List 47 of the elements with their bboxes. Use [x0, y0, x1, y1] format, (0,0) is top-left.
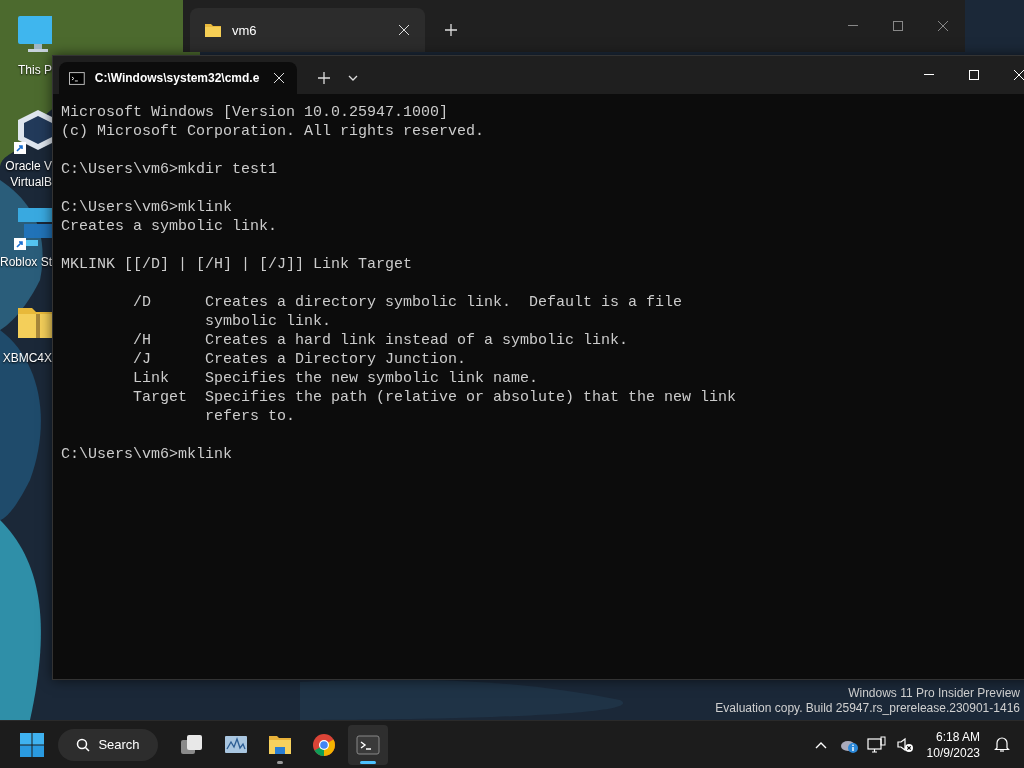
- console-icon: [69, 71, 85, 85]
- console-line: (c) Microsoft Corporation. All rights reserved.: [61, 122, 486, 141]
- console-line: MKLINK [[/D] | [/H] | [/J]] Link Target: [61, 255, 414, 274]
- clock-button[interactable]: 6:18 AM 10/9/2023: [918, 724, 988, 765]
- console-line: C:\Users\vm6>mklink: [61, 198, 234, 217]
- console-line: Target Specifies the path (relative or absolute) that the new link: [132, 388, 738, 407]
- chevron-down-icon: [348, 75, 358, 81]
- icon-label: This P: [18, 62, 52, 78]
- icon-label: Oracle V: [5, 158, 52, 174]
- console-line: /J Creates a Directory Junction.: [132, 350, 468, 369]
- close-icon: [273, 72, 286, 84]
- icon-label: VirtualB: [10, 174, 52, 190]
- browser-icon: [312, 732, 336, 757]
- console-line: Creates a symbolic link.: [61, 217, 279, 236]
- max-icon: [967, 69, 980, 81]
- window-tab[interactable]: vm6: [190, 8, 425, 52]
- max-icon: [891, 20, 904, 32]
- windows-logo-icon: [20, 732, 44, 757]
- bell-icon: [994, 736, 1010, 753]
- plus-icon: [445, 24, 457, 36]
- console-line: /D Creates a directory symbolic link. Default is a file: [132, 293, 684, 312]
- close-icon: [936, 20, 949, 32]
- folder-icon: [204, 22, 222, 38]
- task-view-icon: [180, 732, 204, 757]
- tab-title: C:\Windows\system32\cmd.e: [94, 71, 260, 85]
- search-field[interactable]: Search: [58, 728, 158, 761]
- watermark-text: Evaluation copy. Build 25947.rs_prerelease.230901-1416: [715, 701, 1020, 716]
- network-computer-icon: [867, 736, 887, 753]
- tab-title: vm6: [232, 22, 258, 38]
- icon-label: XBMC4X: [2, 350, 52, 366]
- console-line: Link Specifies the new symbolic link name.: [132, 369, 540, 388]
- console-line: Microsoft Windows [Version 10.0.25947.1000]: [61, 103, 450, 122]
- terminal-icon: [356, 732, 380, 757]
- console-line: symbolic link.: [204, 312, 333, 331]
- console-line: C:\Users\vm6>mklink: [61, 445, 234, 464]
- search-icon: [76, 737, 91, 752]
- watermark-text: Windows 11 Pro Insider Preview: [848, 686, 1020, 701]
- console-line: C:\Users\vm6>mkdir test1: [61, 160, 279, 179]
- close-icon: [398, 24, 410, 36]
- close-icon: [1012, 69, 1024, 81]
- window-tab[interactable]: C:\Windows\system32\cmd.e: [59, 62, 297, 94]
- speaker-muted-icon: [895, 736, 914, 753]
- icon-label: Roblox St: [0, 254, 52, 270]
- plus-icon: [318, 72, 330, 84]
- taskbar-app-button[interactable]: [348, 724, 388, 765]
- console-line: refers to.: [204, 407, 297, 426]
- console-line: /H Creates a hard link instead of a symbolic link.: [132, 331, 630, 350]
